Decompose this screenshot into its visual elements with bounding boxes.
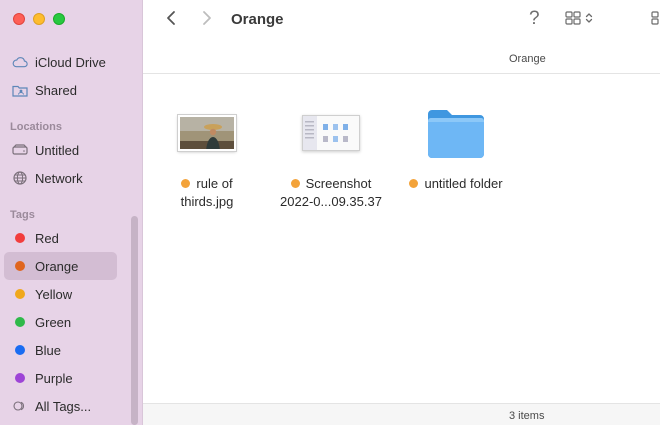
sidebar-item-label: Network bbox=[35, 170, 83, 186]
folder-icon bbox=[396, 103, 516, 163]
sidebar-item-label: All Tags... bbox=[35, 398, 92, 414]
folder-item[interactable]: untitled folder bbox=[396, 103, 516, 193]
view-options-button[interactable] bbox=[565, 10, 601, 30]
minimize-window-button[interactable] bbox=[33, 13, 45, 25]
sidebar-scrollbar[interactable] bbox=[131, 216, 138, 425]
sidebar-item-tag-yellow[interactable]: Yellow bbox=[4, 280, 117, 308]
sidebar-item-tag-green[interactable]: Green bbox=[4, 308, 117, 336]
help-button[interactable]: ? bbox=[529, 8, 540, 30]
sidebar-item-tag-red[interactable]: Red bbox=[4, 224, 117, 252]
shared-folder-icon bbox=[12, 82, 28, 98]
sidebar-item-untitled[interactable]: Untitled bbox=[4, 136, 117, 164]
file-name: untitled folder bbox=[396, 175, 516, 193]
sidebar-item-label: Yellow bbox=[35, 286, 73, 302]
orange-tag-icon bbox=[409, 179, 419, 188]
tags-heading: Tags bbox=[10, 209, 35, 221]
back-button[interactable] bbox=[161, 9, 181, 31]
orange-tag-icon bbox=[15, 261, 25, 271]
globe-icon bbox=[12, 170, 28, 186]
zoom-window-button[interactable] bbox=[53, 13, 65, 25]
status-bar: 3 items bbox=[143, 403, 660, 425]
sidebar-item-tag-purple[interactable]: Purple bbox=[4, 364, 117, 392]
chevron-right-icon bbox=[202, 10, 212, 31]
screenshot-thumbnail-icon bbox=[271, 103, 391, 163]
sidebar: iCloud Drive Shared Locations Untitled N… bbox=[0, 0, 143, 425]
icon-grid-icon bbox=[565, 10, 581, 30]
forward-button[interactable] bbox=[197, 9, 217, 31]
sidebar-item-label: Green bbox=[35, 314, 72, 330]
sidebar-item-label: Purple bbox=[35, 370, 73, 386]
file-name: rule of thirds.jpg bbox=[180, 176, 234, 209]
sidebar-item-label: Orange bbox=[35, 258, 79, 274]
image-thumbnail-icon bbox=[147, 103, 267, 163]
yellow-tag-icon bbox=[15, 289, 25, 299]
file-item[interactable]: Screenshot 2022-0...09.35.37 bbox=[271, 103, 391, 211]
group-button[interactable] bbox=[646, 11, 660, 29]
locations-heading: Locations bbox=[10, 121, 62, 133]
sidebar-item-icloud-drive[interactable]: iCloud Drive bbox=[4, 48, 117, 76]
sidebar-item-tag-blue[interactable]: Blue bbox=[4, 336, 117, 364]
chevron-updown-icon bbox=[585, 11, 593, 29]
all-tags-icon bbox=[12, 398, 28, 414]
window-title: Orange bbox=[231, 11, 284, 28]
list-group-icon bbox=[646, 11, 660, 29]
sidebar-item-network[interactable]: Network bbox=[4, 164, 117, 192]
path-bar: Orange bbox=[143, 40, 660, 74]
file-browser: rule of thirds.jpg Screenshot 2022-0...0… bbox=[143, 75, 660, 403]
sidebar-item-label: Red bbox=[35, 230, 59, 246]
chevron-left-icon bbox=[166, 10, 176, 31]
orange-tag-icon bbox=[290, 179, 300, 188]
toolbar: Orange ? bbox=[143, 0, 660, 40]
sidebar-item-shared[interactable]: Shared bbox=[4, 76, 117, 104]
window-controls bbox=[13, 13, 65, 25]
sidebar-item-all-tags[interactable]: All Tags... bbox=[4, 392, 117, 420]
purple-tag-icon bbox=[15, 373, 25, 383]
orange-tag-icon bbox=[181, 179, 191, 188]
item-count: 3 items bbox=[509, 410, 545, 422]
sidebar-item-tag-orange[interactable]: Orange bbox=[4, 252, 117, 280]
close-window-button[interactable] bbox=[13, 13, 25, 25]
sidebar-item-label: Blue bbox=[35, 342, 62, 358]
file-name: Screenshot 2022-0...09.35.37 bbox=[280, 176, 382, 209]
disk-icon bbox=[12, 142, 28, 158]
file-item[interactable]: rule of thirds.jpg bbox=[147, 103, 267, 211]
sidebar-item-label: Untitled bbox=[35, 142, 80, 158]
green-tag-icon bbox=[15, 317, 25, 327]
question-mark-icon: ? bbox=[529, 8, 540, 29]
path-current: Orange bbox=[509, 53, 546, 65]
sidebar-item-label: iCloud Drive bbox=[35, 54, 106, 70]
cloud-icon bbox=[12, 54, 28, 70]
sidebar-item-label: Shared bbox=[35, 82, 77, 98]
red-tag-icon bbox=[15, 233, 25, 243]
blue-tag-icon bbox=[15, 345, 25, 355]
